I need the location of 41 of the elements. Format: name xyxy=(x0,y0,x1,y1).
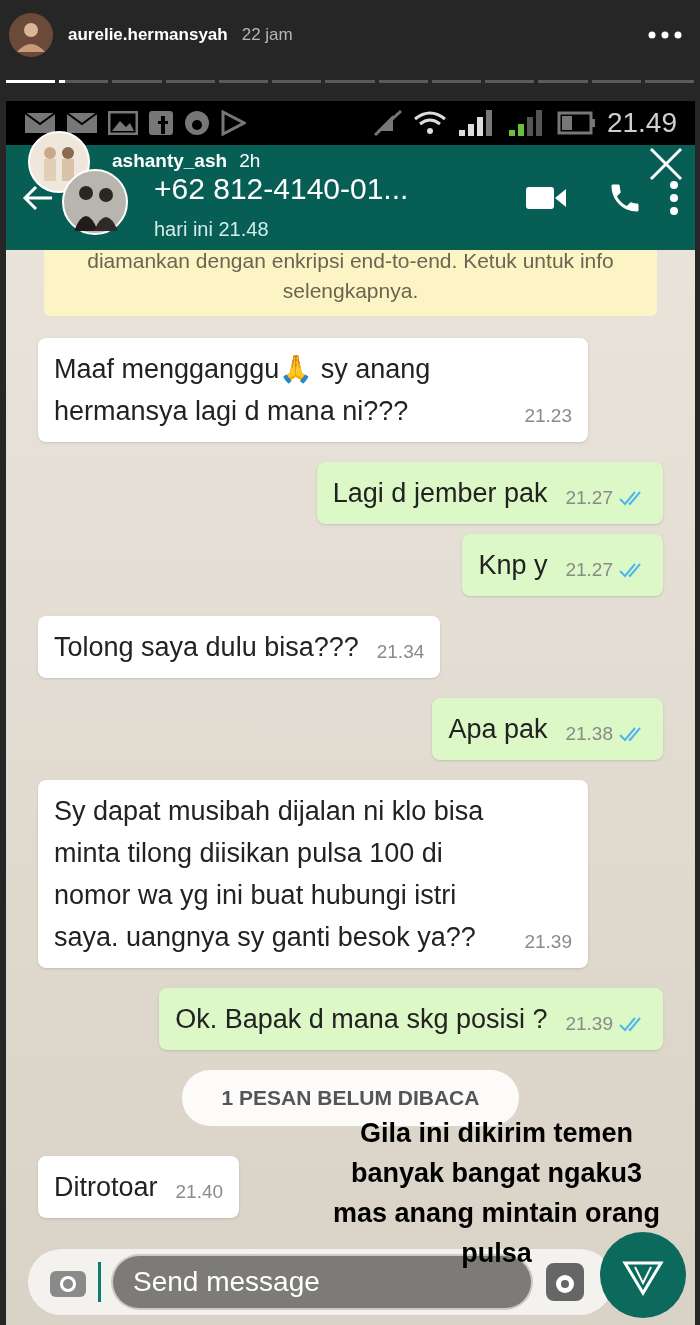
message-time: 21.40 xyxy=(175,1179,224,1204)
emoji-icon[interactable] xyxy=(545,1262,585,1302)
message-text: Knp y xyxy=(478,549,548,582)
wifi-icon xyxy=(412,110,447,136)
send-icon[interactable] xyxy=(599,1231,687,1319)
message-text: Ok. Bapak d mana skg posisi ? xyxy=(175,1003,548,1036)
message-time: 21.34 xyxy=(376,639,425,664)
message-time: 21.39 xyxy=(565,1011,613,1036)
mail-icon xyxy=(66,112,98,134)
post-time: 22 jam xyxy=(241,24,293,47)
message-time: 21.27 xyxy=(565,557,613,582)
message-time: 21.39 xyxy=(524,929,572,954)
image-icon xyxy=(108,111,138,135)
menu-icon[interactable] xyxy=(669,180,679,215)
message-text: Ditrotoar xyxy=(54,1171,158,1204)
mute-icon xyxy=(372,109,403,137)
battery-icon xyxy=(556,110,597,136)
mail-icon xyxy=(24,112,56,134)
message-text: Tolong saya dulu bisa??? xyxy=(54,631,359,664)
last-seen: hari ini 21.48 xyxy=(154,216,270,242)
message-text: Lagi d jember pak xyxy=(332,477,548,510)
app-icon xyxy=(148,110,174,136)
message-time: 21.23 xyxy=(524,403,572,428)
message-time: 21.27 xyxy=(565,485,613,510)
message-text: Apa pak xyxy=(448,713,548,746)
avatar xyxy=(62,169,128,235)
reshared-time: 2h xyxy=(239,149,261,173)
encryption-notice[interactable]: diamankan dengan enkripsi end-to-end. Ketuk untuk info selengkapnya. xyxy=(44,250,657,316)
message-time: 21.38 xyxy=(565,721,613,746)
play-icon xyxy=(220,110,246,136)
status-time: 21.49 xyxy=(606,106,677,140)
message-text: Sy dapat musibah dijalan ni klo bisa minta tilong diisikan pulsa 100 di nomor wa yg ini buat hubungi istri saya. uangnya sy ganti besok ya?? xyxy=(54,795,485,954)
app-icon xyxy=(184,110,210,136)
contact-number[interactable]: +62 812-4140-01... xyxy=(154,171,409,206)
close-icon[interactable] xyxy=(649,147,683,181)
message-text: Maaf mengganggu🙏 sy anang hermansya lagi d mana ni??? xyxy=(54,353,432,428)
reshared-username: ashanty_ash xyxy=(112,149,228,173)
avatar[interactable] xyxy=(8,12,54,58)
username[interactable]: aurelie.hermansyah xyxy=(68,22,228,48)
more-icon[interactable] xyxy=(648,31,682,39)
back-icon[interactable] xyxy=(22,184,54,211)
